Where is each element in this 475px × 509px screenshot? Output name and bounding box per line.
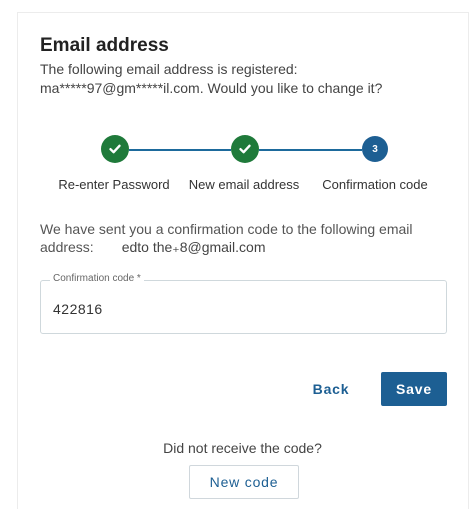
step-label-new-email-address: New email address (188, 177, 300, 192)
progress-stepper: 3 Re-enter Password New email address Co… (40, 133, 450, 203)
new-code-button[interactable]: New code (189, 465, 299, 499)
step-3-active-circle: 3 (362, 136, 388, 162)
code-not-received-prompt: Did not receive the code? (163, 440, 322, 456)
check-icon (109, 144, 121, 154)
step-label-re-enter-password: Re-enter Password (58, 177, 170, 192)
step-connector-1 (129, 149, 231, 151)
confirmation-code-field[interactable]: Confirmation code * (40, 273, 447, 334)
page-subtitle: The following email address is registere… (40, 61, 383, 96)
step-label-confirmation-code: Confirmation code (322, 177, 428, 192)
target-email-address: edto the₊8@gmail.com (121, 239, 266, 255)
step-connector-2 (259, 149, 362, 151)
confirmation-code-label: Confirmation code * (50, 273, 144, 284)
save-button[interactable]: Save (381, 372, 447, 406)
step-3-number: 3 (372, 143, 378, 155)
page: Email address The following email addres… (0, 0, 475, 509)
check-icon (239, 144, 251, 154)
confirmation-sent-message: We have sent you a confirmation code to … (40, 220, 450, 256)
step-1-done-circle (101, 135, 129, 163)
back-button[interactable]: Back (306, 372, 356, 406)
confirmation-code-input[interactable] (53, 301, 433, 317)
page-title: Email address (40, 35, 169, 56)
step-2-done-circle (231, 135, 259, 163)
